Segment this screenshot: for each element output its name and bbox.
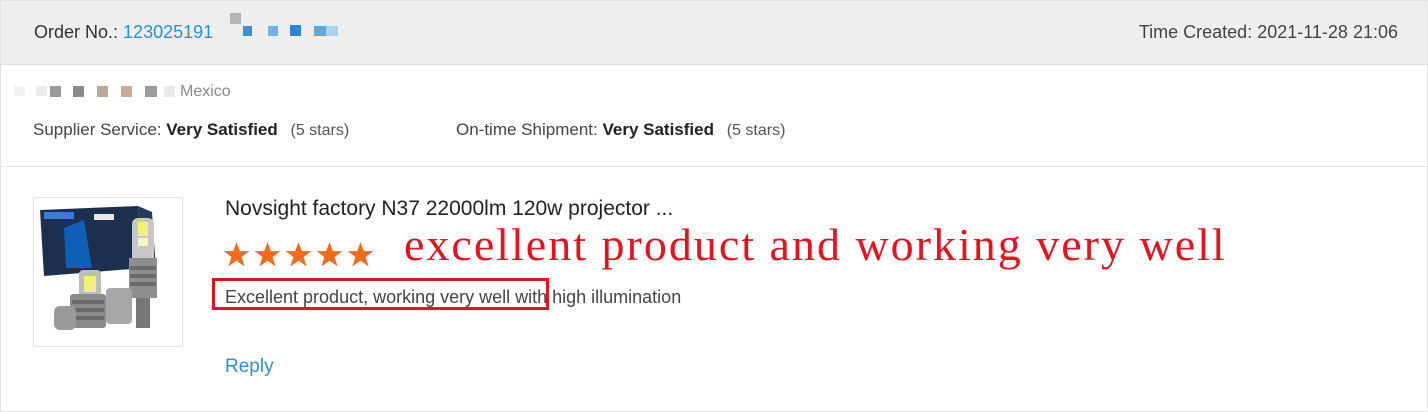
order-header: Order No.: 123025191 Time Created: 2021-… xyxy=(1,1,1427,65)
time-created-label: Time Created: xyxy=(1138,22,1253,42)
shipment-stars: (5 stars) xyxy=(726,122,786,139)
star-icon xyxy=(285,242,312,267)
shipment-value: Very Satisfied xyxy=(602,120,714,139)
supplier-service-label: Supplier Service: xyxy=(33,120,162,139)
order-number: Order No.: 123025191 xyxy=(34,22,213,43)
supplier-service-rating: Supplier Service: Very Satisfied (5 star… xyxy=(33,120,349,140)
supplier-service-value: Very Satisfied xyxy=(166,120,278,139)
reply-link[interactable]: Reply xyxy=(225,356,274,378)
star-icon xyxy=(316,242,343,267)
section-divider xyxy=(1,166,1427,167)
star-icon xyxy=(254,242,281,267)
product-thumbnail[interactable] xyxy=(33,197,183,347)
order-number-label: Order No.: xyxy=(34,22,119,42)
order-number-link[interactable]: 123025191 xyxy=(123,22,213,42)
time-created: Time Created: 2021-11-28 21:06 xyxy=(1139,22,1398,43)
annotation-highlight-box xyxy=(212,278,549,310)
time-created-value: 2021-11-28 21:06 xyxy=(1257,22,1398,42)
shipment-label: On-time Shipment: xyxy=(456,120,598,139)
star-icon xyxy=(223,242,250,267)
product-image xyxy=(34,198,182,346)
supplier-service-stars: (5 stars) xyxy=(290,122,350,139)
shipment-rating: On-time Shipment: Very Satisfied (5 star… xyxy=(456,120,785,140)
star-icon xyxy=(347,242,374,267)
review-star-rating xyxy=(223,241,378,269)
annotation-overlay-text: excellent product and working very well xyxy=(404,219,1227,270)
buyer-country: Mexico xyxy=(180,83,231,100)
